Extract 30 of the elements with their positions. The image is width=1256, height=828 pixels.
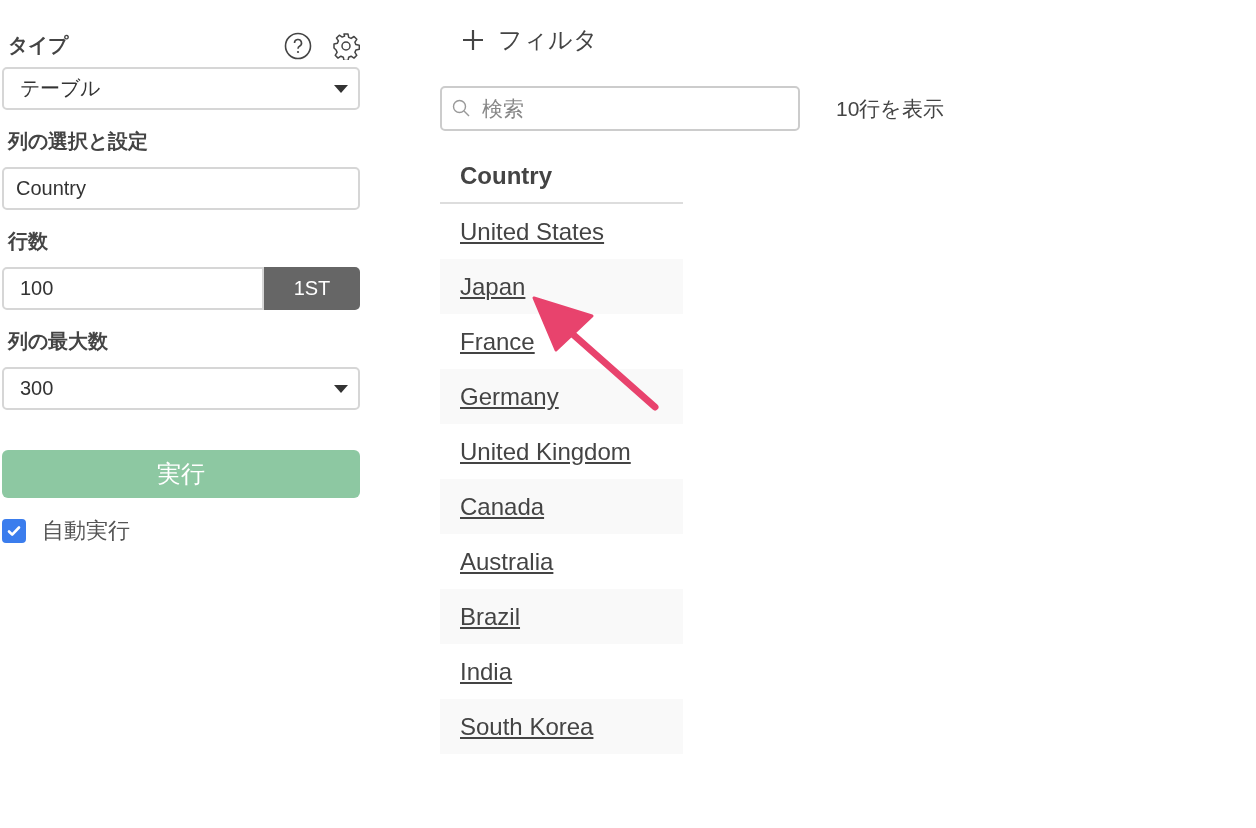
country-link[interactable]: India xyxy=(460,657,513,685)
first-button[interactable]: 1ST xyxy=(264,267,360,310)
country-link[interactable]: Australia xyxy=(460,547,554,575)
rows-label: 行数 xyxy=(8,229,48,254)
country-link[interactable]: Brazil xyxy=(460,602,520,630)
columns-label: 列の選択と設定 xyxy=(8,129,148,154)
caret-icon xyxy=(334,384,348,393)
settings-icon[interactable] xyxy=(332,31,360,60)
auto-run-label: 自動実行 xyxy=(42,517,130,545)
rows-field[interactable]: 100 xyxy=(2,267,264,310)
row-count-text: 10行を表示 xyxy=(836,95,945,122)
type-dropdown[interactable]: テーブル xyxy=(2,67,360,110)
column-header: Country xyxy=(440,156,683,204)
plus-icon xyxy=(462,29,484,51)
country-link[interactable]: Japan xyxy=(460,272,526,300)
country-link[interactable]: Canada xyxy=(460,492,545,520)
add-filter-button[interactable]: フィルタ xyxy=(440,24,598,56)
auto-run-checkbox[interactable] xyxy=(2,519,26,543)
max-columns-dropdown[interactable]: 300 xyxy=(2,367,360,410)
search-field[interactable]: 検索 xyxy=(440,86,800,131)
country-link[interactable]: France xyxy=(460,327,535,355)
check-icon xyxy=(6,523,22,539)
caret-icon xyxy=(334,84,348,93)
country-link[interactable]: United States xyxy=(460,217,605,245)
country-link[interactable]: United Kingdom xyxy=(460,437,631,465)
columns-field[interactable]: Country xyxy=(2,167,360,210)
help-icon[interactable] xyxy=(284,31,312,60)
search-icon xyxy=(452,99,470,117)
type-label: タイプ xyxy=(8,33,68,58)
max-columns-label: 列の最大数 xyxy=(8,329,108,354)
